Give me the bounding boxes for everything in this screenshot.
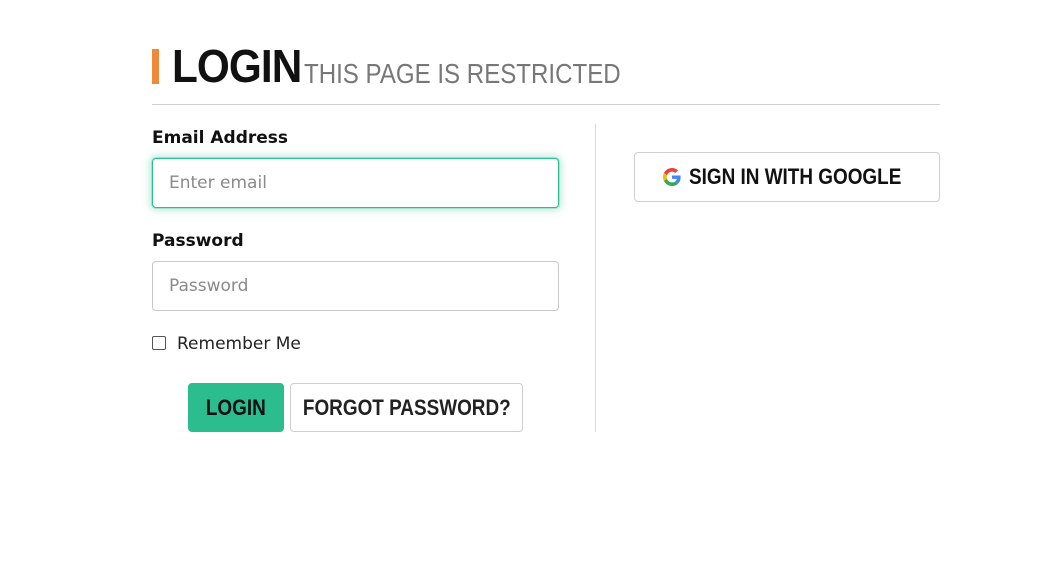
- remember-me-checkbox[interactable]: [152, 335, 166, 350]
- google-signin-label: SIGN IN WITH GOOGLE: [688, 164, 901, 189]
- page-header: LOGIN THIS PAGE IS RESTRICTED: [152, 40, 940, 105]
- google-signin-button[interactable]: SIGN IN WITH GOOGLE: [634, 152, 940, 202]
- forgot-password-label: FORGOT PASSWORD?: [302, 394, 511, 420]
- login-button-label: LOGIN: [206, 394, 266, 420]
- remember-me-row: Remember Me: [152, 332, 301, 356]
- forgot-password-button[interactable]: FORGOT PASSWORD?: [290, 383, 523, 432]
- page-title: LOGIN: [172, 40, 302, 92]
- page-subtitle: THIS PAGE IS RESTRICTED: [304, 58, 621, 89]
- email-label: Email Address: [152, 128, 289, 148]
- google-icon: [662, 168, 681, 186]
- password-input[interactable]: [152, 261, 559, 311]
- login-button[interactable]: LOGIN: [188, 383, 284, 432]
- email-input[interactable]: [152, 158, 559, 208]
- title-accent-bar: [152, 49, 159, 84]
- login-page: LOGIN THIS PAGE IS RESTRICTED Email Addr…: [0, 0, 1060, 582]
- remember-me-label[interactable]: Remember Me: [177, 334, 301, 354]
- password-label: Password: [152, 231, 244, 251]
- column-divider: [595, 124, 596, 432]
